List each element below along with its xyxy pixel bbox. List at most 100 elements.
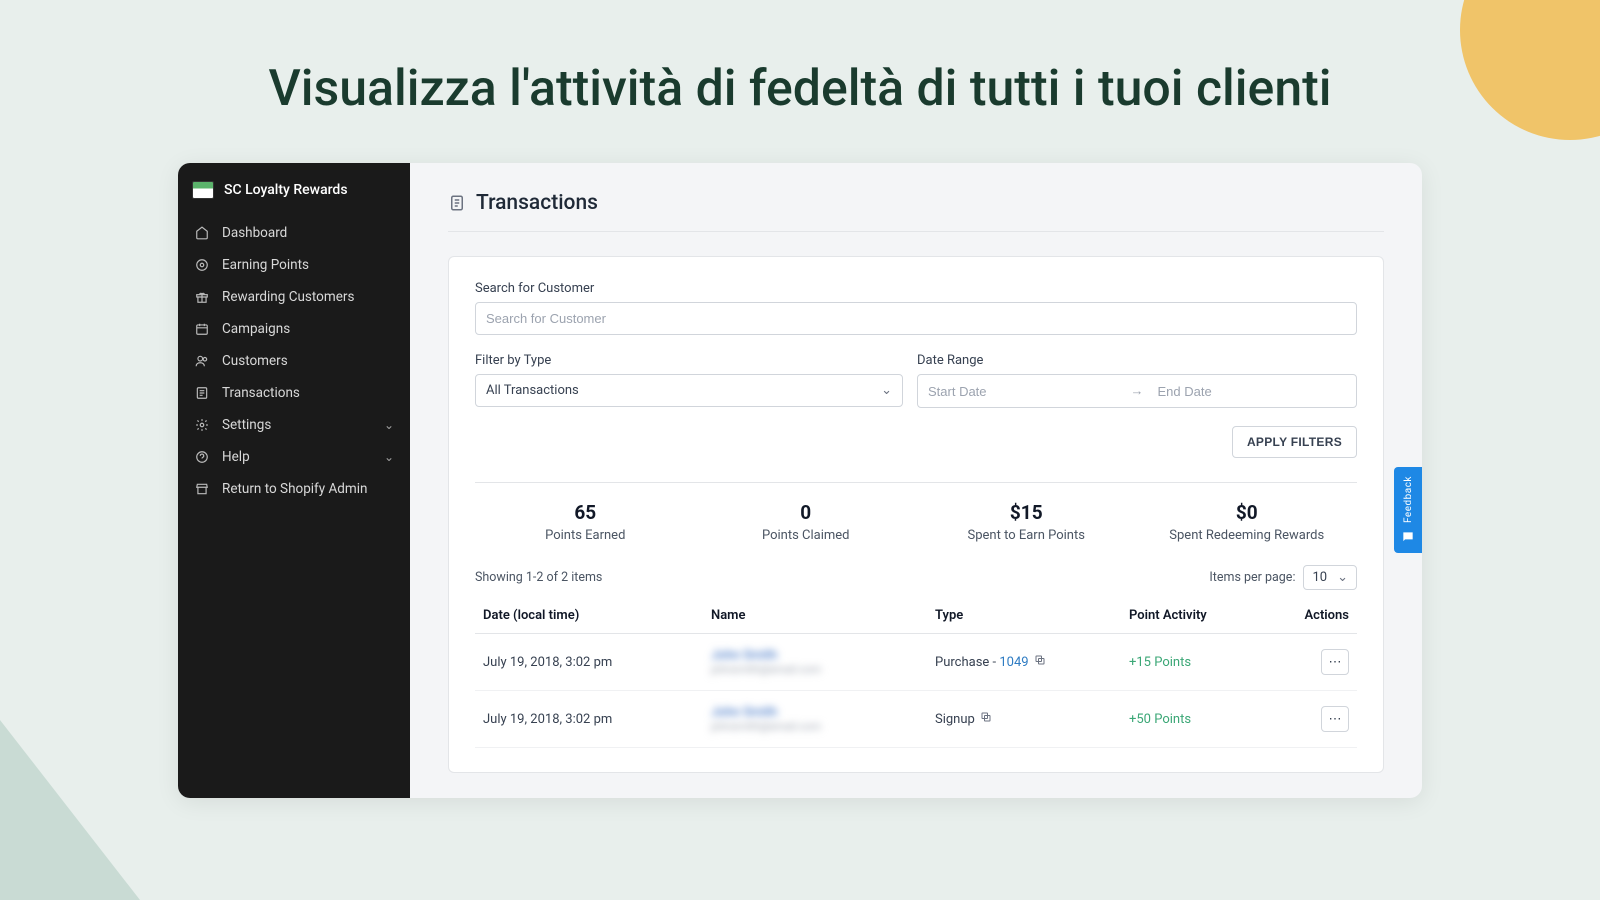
list-icon <box>194 385 210 401</box>
stat-spent-redeem: $0 Spent Redeeming Rewards <box>1137 501 1358 543</box>
customer-email: johnsmith@email.com <box>711 663 919 676</box>
gear-icon <box>194 417 210 433</box>
date-range-picker[interactable]: → <box>917 374 1357 408</box>
table-row: July 19, 2018, 3:02 pm John Smith johnsm… <box>475 634 1357 691</box>
sidebar-item-dashboard[interactable]: Dashboard <box>178 217 410 249</box>
cell-actions: ⋯ <box>1267 691 1357 748</box>
items-per-page-label: Items per page: <box>1209 570 1295 585</box>
sidebar-item-settings[interactable]: Settings ⌄ <box>178 409 410 441</box>
end-date-input[interactable] <box>1158 384 1347 399</box>
sidebar: SC Loyalty Rewards Dashboard Earning Poi… <box>178 163 410 798</box>
sidebar-item-label: Transactions <box>222 385 300 401</box>
cell-date: July 19, 2018, 3:02 pm <box>475 634 703 691</box>
col-name: Name <box>703 598 927 634</box>
home-icon <box>194 225 210 241</box>
row-actions-button[interactable]: ⋯ <box>1321 706 1349 732</box>
app-logo-icon <box>192 181 214 199</box>
main-content: Transactions Search for Customer Filter … <box>410 163 1422 798</box>
help-icon <box>194 449 210 465</box>
showing-count: Showing 1-2 of 2 items <box>475 570 602 585</box>
target-icon <box>194 257 210 273</box>
sidebar-item-transactions[interactable]: Transactions <box>178 377 410 409</box>
sidebar-item-label: Customers <box>222 353 288 369</box>
stat-spent-earn: $15 Spent to Earn Points <box>916 501 1137 543</box>
sidebar-item-label: Campaigns <box>222 321 290 337</box>
stat-value: 0 <box>696 501 917 524</box>
transactions-table: Date (local time) Name Type Point Activi… <box>475 598 1357 748</box>
document-icon <box>448 194 466 212</box>
filter-type-value: All Transactions <box>486 383 579 398</box>
sidebar-item-label: Help <box>222 449 250 465</box>
sidebar-item-return-shopify[interactable]: Return to Shopify Admin <box>178 473 410 505</box>
cell-point-activity: +50 Points <box>1121 691 1267 748</box>
col-date: Date (local time) <box>475 598 703 634</box>
store-icon <box>194 481 210 497</box>
date-range-label: Date Range <box>917 353 1357 368</box>
items-per-page-value: 10 <box>1312 570 1327 585</box>
calendar-icon <box>194 321 210 337</box>
chevron-down-icon: ⌄ <box>1337 570 1348 585</box>
sidebar-item-label: Earning Points <box>222 257 309 273</box>
users-icon <box>194 353 210 369</box>
customer-name-link[interactable]: John Smith <box>711 705 919 720</box>
search-label: Search for Customer <box>475 281 1357 296</box>
cell-name: John Smith johnsmith@email.com <box>703 691 927 748</box>
app-window: SC Loyalty Rewards Dashboard Earning Poi… <box>178 163 1422 798</box>
sidebar-item-campaigns[interactable]: Campaigns <box>178 313 410 345</box>
divider <box>475 482 1357 483</box>
chevron-down-icon: ⌄ <box>384 450 394 464</box>
row-actions-button[interactable]: ⋯ <box>1321 649 1349 675</box>
arrow-right-icon: → <box>1131 383 1144 399</box>
cell-actions: ⋯ <box>1267 634 1357 691</box>
sidebar-item-label: Dashboard <box>222 225 287 241</box>
marketing-headline: Visualizza l'attività di fedeltà di tutt… <box>0 0 1600 163</box>
chevron-down-icon: ⌄ <box>881 383 892 398</box>
app-name: SC Loyalty Rewards <box>224 182 348 198</box>
stats-row: 65 Points Earned 0 Points Claimed $15 Sp… <box>475 501 1357 543</box>
sidebar-item-customers[interactable]: Customers <box>178 345 410 377</box>
chat-icon <box>1401 530 1415 544</box>
order-link[interactable]: 1049 <box>999 655 1028 670</box>
sidebar-item-earning-points[interactable]: Earning Points <box>178 249 410 281</box>
sidebar-item-rewarding-customers[interactable]: Rewarding Customers <box>178 281 410 313</box>
table-row: July 19, 2018, 3:02 pm John Smith johnsm… <box>475 691 1357 748</box>
start-date-input[interactable] <box>928 384 1117 399</box>
cell-date: July 19, 2018, 3:02 pm <box>475 691 703 748</box>
stat-label: Points Earned <box>475 528 696 543</box>
sidebar-nav: Dashboard Earning Points Rewarding Custo… <box>178 217 410 505</box>
stat-label: Points Claimed <box>696 528 917 543</box>
apply-filters-button[interactable]: APPLY FILTERS <box>1232 426 1357 458</box>
col-actions: Actions <box>1267 598 1357 634</box>
decorative-corner-triangle <box>0 720 140 900</box>
items-per-page-select[interactable]: 10 ⌄ <box>1303 565 1357 590</box>
filter-type-label: Filter by Type <box>475 353 903 368</box>
sidebar-item-label: Rewarding Customers <box>222 289 354 305</box>
feedback-label: Feedback <box>1403 476 1414 523</box>
filter-row: Filter by Type All Transactions ⌄ Date R… <box>475 353 1357 408</box>
filter-type-select[interactable]: All Transactions ⌄ <box>475 374 903 407</box>
customer-name-link[interactable]: John Smith <box>711 648 919 663</box>
cell-type: Purchase - 1049 <box>927 634 1121 691</box>
sidebar-item-label: Return to Shopify Admin <box>222 481 368 497</box>
chevron-down-icon: ⌄ <box>384 418 394 432</box>
customer-email: johnsmith@email.com <box>711 720 919 733</box>
cell-point-activity: +15 Points <box>1121 634 1267 691</box>
stat-points-claimed: 0 Points Claimed <box>696 501 917 543</box>
cell-type: Signup <box>927 691 1121 748</box>
col-point-activity: Point Activity <box>1121 598 1267 634</box>
col-type: Type <box>927 598 1121 634</box>
sidebar-header: SC Loyalty Rewards <box>178 181 410 217</box>
gift-icon <box>194 289 210 305</box>
copy-icon[interactable] <box>980 712 992 727</box>
cell-name: John Smith johnsmith@email.com <box>703 634 927 691</box>
sidebar-item-help[interactable]: Help ⌄ <box>178 441 410 473</box>
stat-value: 65 <box>475 501 696 524</box>
listing-meta: Showing 1-2 of 2 items Items per page: 1… <box>475 565 1357 590</box>
items-per-page: Items per page: 10 ⌄ <box>1209 565 1357 590</box>
stat-label: Spent to Earn Points <box>916 528 1137 543</box>
feedback-tab[interactable]: Feedback <box>1394 467 1422 553</box>
stat-label: Spent Redeeming Rewards <box>1137 528 1358 543</box>
search-input[interactable] <box>475 302 1357 335</box>
stat-value: $15 <box>916 501 1137 524</box>
copy-icon[interactable] <box>1034 655 1046 670</box>
